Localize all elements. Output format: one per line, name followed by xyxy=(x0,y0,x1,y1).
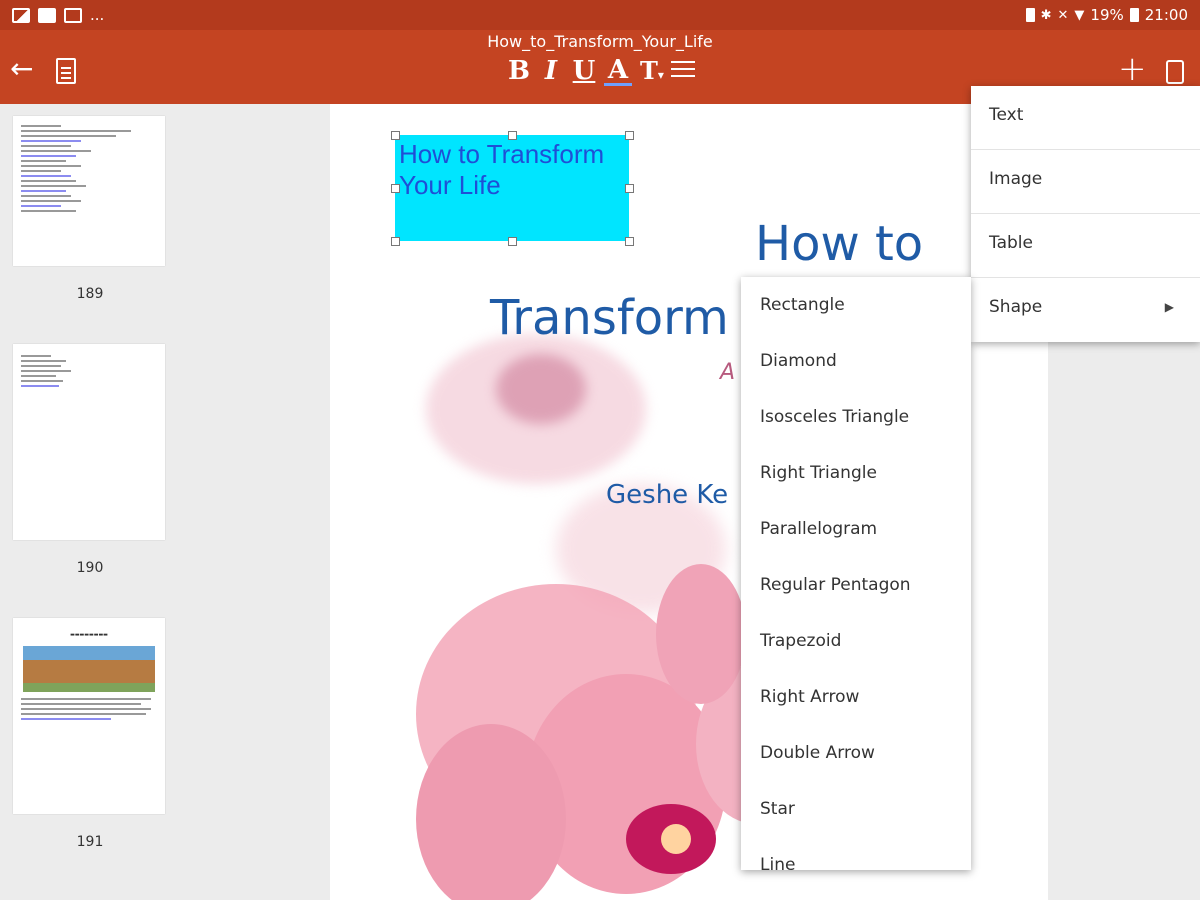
bold-button[interactable]: B xyxy=(506,56,532,86)
thumbnail-label: 191 xyxy=(76,834,104,850)
notification-overflow: ... xyxy=(90,6,105,24)
shape-star[interactable]: Star xyxy=(741,781,971,837)
shape-rectangle[interactable]: Rectangle xyxy=(741,277,971,333)
thumbnail-label: 190 xyxy=(76,560,104,576)
shape-submenu[interactable]: Rectangle Diamond Isosceles Triangle Rig… xyxy=(741,277,971,870)
resize-handle[interactable] xyxy=(508,131,517,140)
clock: 21:00 xyxy=(1144,6,1188,24)
shape-right-triangle[interactable]: Right Triangle xyxy=(741,445,971,501)
insert-menu: Text Image Table Shape ▶ xyxy=(971,86,1200,342)
status-bar: ... ✱ ✕ ▼ 19% 21:00 xyxy=(0,0,1200,30)
align-button[interactable] xyxy=(671,56,695,86)
insert-image-item[interactable]: Image xyxy=(971,150,1200,214)
insert-text-item[interactable]: Text xyxy=(971,86,1200,150)
resize-handle[interactable] xyxy=(391,131,400,140)
font-color-button[interactable]: A xyxy=(604,56,632,86)
thumbnail-title: ▬▬▬▬▬▬▬▬ xyxy=(70,632,108,638)
shape-double-arrow[interactable]: Double Arrow xyxy=(741,725,971,781)
text-size-label: T xyxy=(640,56,658,85)
resize-handle[interactable] xyxy=(625,237,634,246)
thumbnail-page-191[interactable]: ▬▬▬▬▬▬▬▬ xyxy=(13,618,165,814)
thumbnail-page-189[interactable] xyxy=(13,116,165,266)
thumbnail-page-190[interactable] xyxy=(13,344,165,540)
resize-handle[interactable] xyxy=(625,131,634,140)
cover-author: Geshe Ke xyxy=(606,480,729,510)
text-size-button[interactable]: T▾ xyxy=(638,56,666,86)
battery-saver-icon xyxy=(1025,8,1035,22)
underline-button[interactable]: U xyxy=(570,56,598,86)
bluetooth-icon: ✱ xyxy=(1040,7,1052,23)
back-arrow-icon[interactable]: ← xyxy=(10,55,38,84)
resize-handle[interactable] xyxy=(391,184,400,193)
insert-shape-label: Shape xyxy=(989,297,1043,317)
page-view-icon[interactable] xyxy=(1166,60,1184,84)
thumbnail-image xyxy=(23,646,155,692)
cover-title-line-1: How to xyxy=(755,216,924,272)
document-outline-icon[interactable] xyxy=(56,58,76,84)
wifi-icon: ▼ xyxy=(1074,7,1085,23)
document-title: How_to_Transform_Your_Life xyxy=(487,32,713,51)
thumbnail-panel[interactable]: 189 190 ▬▬▬▬▬▬▬▬ 191 xyxy=(0,104,180,900)
battery-icon xyxy=(1129,8,1139,22)
submenu-arrow-icon: ▶ xyxy=(1164,300,1174,314)
resize-handle[interactable] xyxy=(391,237,400,246)
insert-plus-icon[interactable]: + xyxy=(1118,52,1147,86)
mute-icon: ✕ xyxy=(1057,7,1069,23)
mail-notification-icon xyxy=(64,7,82,23)
cover-subtitle: A xyxy=(720,360,736,385)
selected-text-box[interactable]: How to Transform Your Life xyxy=(395,135,629,241)
italic-button[interactable]: I xyxy=(538,56,564,86)
battery-percent: 19% xyxy=(1090,6,1124,24)
resize-handle[interactable] xyxy=(508,237,517,246)
shape-line[interactable]: Line xyxy=(741,837,971,870)
shape-trapezoid[interactable]: Trapezoid xyxy=(741,613,971,669)
cover-title-line-2: Transform Y xyxy=(490,290,774,346)
shape-right-arrow[interactable]: Right Arrow xyxy=(741,669,971,725)
jpg-notification-icon xyxy=(38,7,56,23)
gallery-notification-icon xyxy=(12,7,30,23)
thumbnail-label: 189 xyxy=(76,286,104,302)
resize-handle[interactable] xyxy=(625,184,634,193)
shape-diamond[interactable]: Diamond xyxy=(741,333,971,389)
insert-shape-item[interactable]: Shape ▶ xyxy=(971,278,1200,342)
shape-parallelogram[interactable]: Parallelogram xyxy=(741,501,971,557)
shape-regular-pentagon[interactable]: Regular Pentagon xyxy=(741,557,971,613)
shape-isosceles-triangle[interactable]: Isosceles Triangle xyxy=(741,389,971,445)
insert-table-item[interactable]: Table xyxy=(971,214,1200,278)
